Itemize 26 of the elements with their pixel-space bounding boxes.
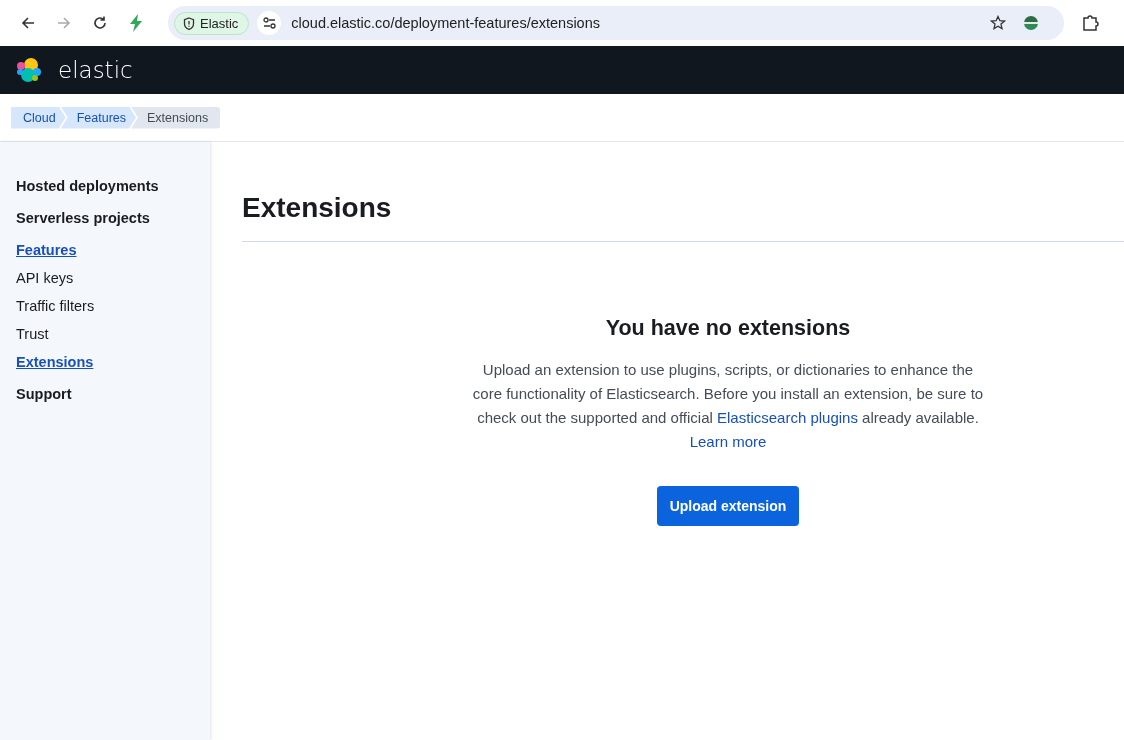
empty-state-description: Upload an extension to use plugins, scripts, or dictionaries to enhance the core functionality of Elasticsearch. Before you install an extension, be sure to check out the supported and official Elasticsearch plugins already available. Learn more [472,360,984,452]
breadcrumb[interactable]: Features [60,106,136,129]
sidebar-item[interactable]: Traffic filters [16,296,95,316]
url-text[interactable]: cloud.elastic.co/deployment-features/extensions [291,15,990,31]
star-icon[interactable] [990,15,1006,31]
tune-icon[interactable] [257,11,282,35]
breadcrumb[interactable]: Extensions [131,106,221,129]
profile-avatar[interactable] [1024,16,1038,30]
sidebar-section[interactable]: Hosted deployments [16,176,159,196]
upload-extension-button[interactable]: Upload extension [656,486,800,526]
sidebar-item[interactable]: Trust [16,324,49,344]
empty-state-title: You have no extensions [605,316,851,341]
sidebar-item[interactable]: Extensions [16,352,94,372]
text-link[interactable]: Elasticsearch plugins [717,409,858,426]
sidebar-section[interactable]: Features [16,240,77,260]
sidebar-section[interactable]: Serverless projects [16,208,150,228]
puzzle-icon[interactable] [1082,14,1100,32]
shield-icon [183,16,195,30]
page-title: Extensions [242,192,1124,242]
brand-name: elastic [58,57,133,83]
elastic-logo-icon[interactable] [16,57,42,83]
sidebar-item[interactable]: API keys [16,268,74,288]
text-link[interactable]: Learn more [689,433,767,450]
sidebar-section[interactable]: Support [16,384,72,404]
breadcrumb[interactable]: Cloud [11,106,66,129]
site-chip[interactable]: Elastic [174,11,250,35]
